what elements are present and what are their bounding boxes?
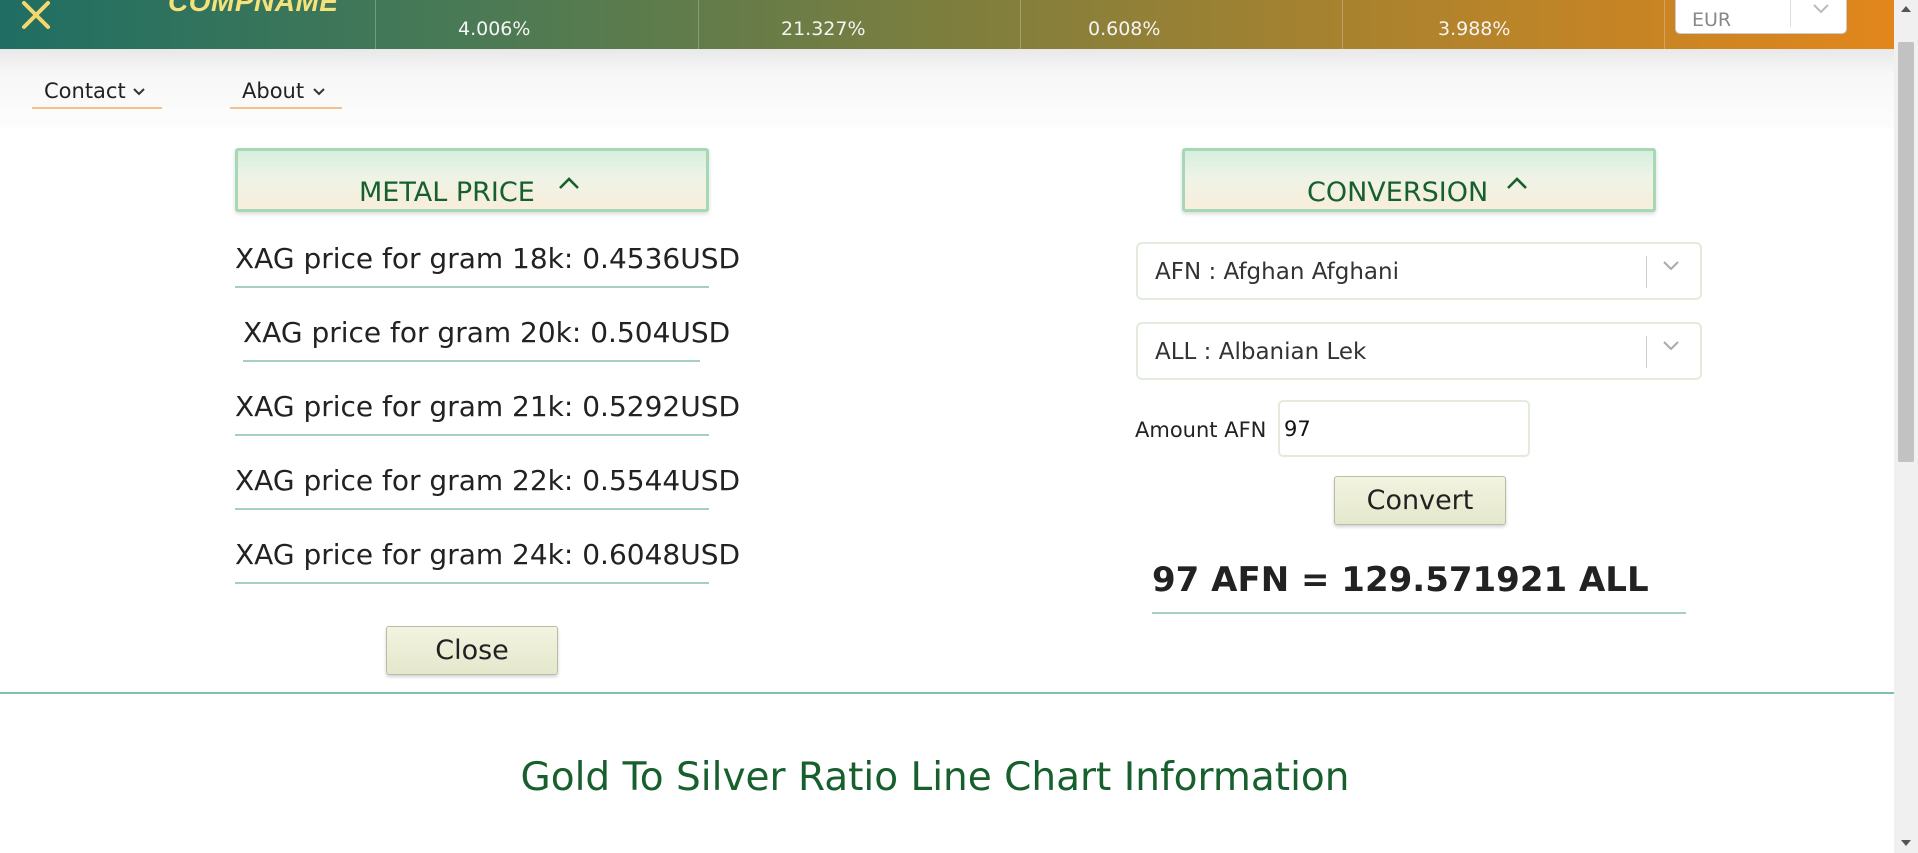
chart-section-title: Gold To Silver Ratio Line Chart Informat… (520, 755, 1350, 800)
nav-item-about[interactable]: About (230, 63, 342, 109)
currency-select-value: EUR (1692, 9, 1732, 31)
chevron-down-icon (1663, 261, 1679, 271)
metal-price-toggle[interactable]: METAL PRICE (235, 148, 709, 212)
rate-cell: 0.608% (1020, 0, 1342, 49)
rate-value: 4.006% (458, 18, 531, 40)
to-currency-select[interactable]: ALL : Albanian Lek (1136, 322, 1702, 380)
rate-value: 21.327% (781, 18, 866, 40)
currency-select[interactable]: EUR (1675, 0, 1847, 34)
top-banner: COMPNAME 4.006% 21.327% 0.608% 3.988% EU… (0, 0, 1894, 49)
nav-bar: Contact About (0, 49, 1894, 129)
chevron-down-icon (1813, 4, 1829, 14)
convert-button[interactable]: Convert (1334, 476, 1506, 525)
from-currency-select[interactable]: AFN : Afghan Afghani (1136, 242, 1702, 300)
chevron-up-icon (1507, 177, 1527, 189)
scroll-up-icon[interactable] (1894, 0, 1918, 20)
chevron-down-icon (1663, 341, 1679, 351)
close-button[interactable]: Close (386, 626, 558, 675)
from-currency-value: AFN : Afghan Afghani (1155, 259, 1399, 285)
to-currency-value: ALL : Albanian Lek (1155, 339, 1367, 365)
metal-price-row: XAG price for gram 20k: 0.504USD (243, 316, 730, 362)
metal-price-row: XAG price for gram 21k: 0.5292USD (235, 390, 740, 436)
vertical-scrollbar[interactable] (1894, 0, 1918, 853)
section-divider (0, 692, 1894, 694)
select-separator (1646, 256, 1647, 288)
conversion-title: CONVERSION (1307, 177, 1489, 208)
scroll-down-icon[interactable] (1894, 833, 1918, 853)
chevron-down-icon (313, 88, 325, 96)
select-separator (1790, 0, 1791, 27)
rate-value: 3.988% (1438, 18, 1511, 40)
metal-price-row: XAG price for gram 22k: 0.5544USD (235, 464, 740, 510)
metal-price-row: XAG price for gram 18k: 0.4536USD (235, 242, 740, 288)
conversion-result: 97 AFN = 129.571921 ALL (1152, 560, 1686, 614)
nav-item-contact[interactable]: Contact (32, 63, 162, 109)
amount-input[interactable] (1278, 400, 1530, 457)
nav-item-label: About (242, 79, 305, 103)
nav-item-label: Contact (44, 79, 126, 103)
metal-price-title: METAL PRICE (359, 177, 535, 208)
close-icon[interactable] (14, 0, 58, 40)
select-separator (1646, 336, 1647, 368)
rate-cell: 3.988% (1342, 0, 1664, 49)
brand-logo[interactable]: COMPNAME (168, 0, 338, 18)
amount-label: Amount AFN (1135, 418, 1267, 442)
rate-cell: 21.327% (698, 0, 1020, 49)
conversion-toggle[interactable]: CONVERSION (1182, 148, 1656, 212)
chevron-down-icon (133, 88, 145, 96)
chevron-up-icon (559, 177, 579, 189)
metal-price-row: XAG price for gram 24k: 0.6048USD (235, 538, 740, 584)
scrollbar-thumb[interactable] (1898, 42, 1914, 462)
rate-cell: 4.006% (375, 0, 697, 49)
rate-value: 0.608% (1088, 18, 1161, 40)
